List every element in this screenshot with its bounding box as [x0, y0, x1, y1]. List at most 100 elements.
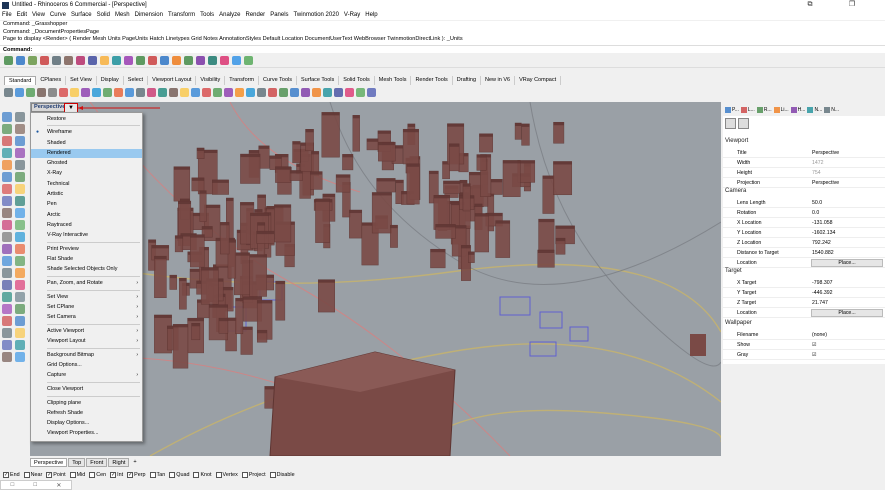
toolbar-tool-icon[interactable] — [334, 88, 343, 97]
menu-item-print-preview[interactable]: Print Preview — [31, 245, 142, 254]
tab-display[interactable]: Display — [97, 76, 124, 85]
palette-tool-icon[interactable] — [2, 316, 12, 326]
osnap-checkbox[interactable] — [215, 472, 222, 478]
menu-panels[interactable]: Panels — [270, 12, 288, 18]
menu-twinmotion-2020[interactable]: Twinmotion 2020 — [294, 12, 339, 18]
palette-tool-icon[interactable] — [2, 172, 12, 182]
quick-tool-icon[interactable] — [124, 56, 133, 65]
osnap-mid[interactable]: Mid — [69, 472, 85, 478]
tab-drafting[interactable]: Drafting — [453, 76, 482, 85]
toolbar-tool-icon[interactable] — [26, 88, 35, 97]
toolbar-tool-icon[interactable] — [15, 88, 24, 97]
palette-tool-icon[interactable] — [15, 340, 25, 350]
toolbar-tool-icon[interactable] — [4, 88, 13, 97]
palette-tool-icon[interactable] — [2, 280, 12, 290]
palette-tool-icon[interactable] — [15, 160, 25, 170]
tab-visibility[interactable]: Visibility — [196, 76, 226, 85]
quick-tool-icon[interactable] — [136, 56, 145, 65]
quick-tool-icon[interactable] — [220, 56, 229, 65]
menu-item-display-options[interactable]: Display Options... — [31, 419, 142, 428]
panel-tab[interactable]: N... — [807, 107, 822, 113]
property-value[interactable]: 0.0 — [812, 208, 819, 218]
quick-tool-icon[interactable] — [76, 56, 85, 65]
palette-tool-icon[interactable] — [2, 148, 12, 158]
toolbar-tool-icon[interactable] — [202, 88, 211, 97]
toolbar-tool-icon[interactable] — [279, 88, 288, 97]
menu-item-background-bitmap[interactable]: Background Bitmap › — [31, 351, 142, 360]
toolbar-tool-icon[interactable] — [323, 88, 332, 97]
property-value[interactable]: Perspective — [812, 148, 839, 158]
palette-tool-icon[interactable] — [15, 220, 25, 230]
quick-tool-icon[interactable] — [196, 56, 205, 65]
palette-tool-icon[interactable] — [2, 136, 12, 146]
menu-edit[interactable]: Edit — [17, 12, 27, 18]
toolbar-tool-icon[interactable] — [224, 88, 233, 97]
menu-surface[interactable]: Surface — [71, 12, 92, 18]
osnap-tan[interactable]: Tan — [149, 472, 165, 478]
toolbar-tool-icon[interactable] — [37, 88, 46, 97]
command-prompt[interactable]: Command: — [0, 45, 885, 53]
menu-item-ghosted[interactable]: Ghosted — [31, 159, 142, 168]
palette-tool-icon[interactable] — [2, 232, 12, 242]
palette-tool-icon[interactable] — [15, 328, 25, 338]
toolbar-tool-icon[interactable] — [48, 88, 57, 97]
osnap-knot[interactable]: Knot — [193, 472, 212, 478]
property-value[interactable]: -446.392 — [812, 288, 832, 298]
toolbar-tool-icon[interactable] — [125, 88, 134, 97]
viewport-tab-top[interactable]: Top — [68, 458, 86, 467]
toolbar-tool-icon[interactable] — [367, 88, 376, 97]
osnap-checkbox[interactable]: ✓ — [3, 472, 9, 478]
toolbar-tool-icon[interactable] — [169, 88, 178, 97]
menu-item-set-camera[interactable]: Set Camera › — [31, 313, 142, 322]
property-value[interactable]: Perspective — [812, 178, 839, 188]
palette-tool-icon[interactable] — [15, 112, 25, 122]
menu-item-v-ray-interactive[interactable]: V-Ray Interactive — [31, 231, 142, 240]
add-viewport-tab-button[interactable]: + — [130, 458, 139, 467]
palette-tool-icon[interactable] — [2, 340, 12, 350]
toolbar-tool-icon[interactable] — [147, 88, 156, 97]
tab-viewport-layout[interactable]: Viewport Layout — [148, 76, 197, 85]
menu-item-viewport-layout[interactable]: Viewport Layout › — [31, 337, 142, 346]
osnap-vertex[interactable]: Vertex — [215, 472, 238, 478]
osnap-cen[interactable]: Cen — [89, 472, 106, 478]
menu-file[interactable]: File — [2, 12, 12, 18]
menu-item-refresh-shade[interactable]: Refresh Shade — [31, 409, 142, 418]
osnap-checkbox[interactable]: ✓ — [127, 472, 134, 478]
palette-tool-icon[interactable] — [15, 304, 25, 314]
palette-tool-icon[interactable] — [15, 280, 25, 290]
osnap-checkbox[interactable] — [149, 472, 156, 478]
toolbar-tool-icon[interactable] — [81, 88, 90, 97]
place-button[interactable]: Place... — [811, 259, 883, 267]
palette-tool-icon[interactable] — [2, 256, 12, 266]
maximize-window-button[interactable]: ❐ — [842, 0, 862, 10]
menu-tools[interactable]: Tools — [200, 12, 214, 18]
palette-tool-icon[interactable] — [15, 172, 25, 182]
osnap-checkbox[interactable] — [269, 472, 276, 478]
quick-tool-icon[interactable] — [88, 56, 97, 65]
menu-item-technical[interactable]: Technical — [31, 180, 142, 189]
menu-item-set-view[interactable]: Set View › — [31, 293, 142, 302]
menu-item-rendered[interactable]: Rendered — [31, 149, 142, 158]
property-value[interactable]: 21.747 — [812, 298, 828, 308]
tab-mesh-tools[interactable]: Mesh Tools — [375, 76, 412, 85]
menu-item-wireframe[interactable]: ● Wireframe — [31, 128, 142, 137]
window-icon[interactable]: □ — [11, 482, 15, 488]
tab-set-view[interactable]: Set View — [66, 76, 97, 85]
osnap-checkbox[interactable] — [23, 472, 30, 478]
quick-tool-icon[interactable] — [100, 56, 109, 65]
quick-tool-icon[interactable] — [4, 56, 13, 65]
menu-item-x-ray[interactable]: X-Ray — [31, 169, 142, 178]
palette-tool-icon[interactable] — [15, 268, 25, 278]
panel-tab[interactable]: P... — [725, 107, 739, 113]
quick-tool-icon[interactable] — [64, 56, 73, 65]
palette-tool-icon[interactable] — [2, 268, 12, 278]
palette-tool-icon[interactable] — [15, 352, 25, 362]
toolbar-tool-icon[interactable] — [70, 88, 79, 97]
menu-item-restore[interactable]: Restore — [31, 115, 142, 124]
property-value[interactable]: 754 — [812, 168, 821, 178]
quick-tool-icon[interactable] — [160, 56, 169, 65]
osnap-project[interactable]: Project — [241, 472, 266, 478]
menu-item-flat-shade[interactable]: Flat Shade — [31, 255, 142, 264]
palette-tool-icon[interactable] — [15, 124, 25, 134]
palette-tool-icon[interactable] — [15, 256, 25, 266]
